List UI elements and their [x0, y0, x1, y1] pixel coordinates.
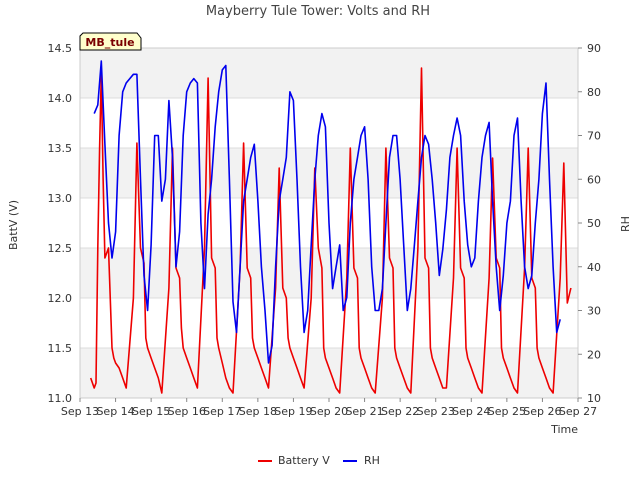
x-tick-label: Sep 13 — [61, 405, 99, 418]
x-tick-label: Sep 19 — [274, 405, 312, 418]
right-tick-label: 20 — [587, 348, 601, 361]
right-tick-label: 60 — [587, 173, 601, 186]
badge: MB_tule — [79, 32, 142, 51]
x-tick-label: Sep 27 — [559, 405, 597, 418]
plot-area — [79, 47, 579, 399]
x-axis-title: Time — [550, 423, 578, 436]
x-tick-label: Sep 22 — [381, 405, 419, 418]
x-tick-label: Sep 25 — [488, 405, 526, 418]
left-tick-label: 12.0 — [48, 292, 73, 305]
grid-band — [80, 48, 578, 98]
left-tick-label: 13.5 — [48, 142, 73, 155]
chart: Mayberry Tule Tower: Volts and RH MB_tul… — [0, 0, 640, 480]
right-tick-label: 50 — [587, 217, 601, 230]
left-tick-label: 11.5 — [48, 342, 73, 355]
left-tick-label: 14.0 — [48, 92, 73, 105]
left-tick-label: 12.5 — [48, 242, 73, 255]
x-tick-label: Sep 18 — [239, 405, 277, 418]
left-axis-title: BattV (V) — [7, 200, 20, 250]
right-tick-label: 90 — [587, 42, 601, 55]
x-tick-label: Sep 21 — [345, 405, 383, 418]
right-tick-label: 40 — [587, 261, 601, 274]
right-tick-label: 80 — [587, 86, 601, 99]
right-axis-title: RH — [619, 216, 632, 232]
left-tick-label: 14.5 — [48, 42, 73, 55]
right-tick-label: 30 — [587, 305, 601, 318]
x-tick-label: Sep 20 — [310, 405, 348, 418]
x-tick-label: Sep 24 — [452, 405, 490, 418]
chart-title: Mayberry Tule Tower: Volts and RH — [206, 4, 430, 19]
x-tick-label: Sep 15 — [132, 405, 170, 418]
badge-label: MB_tule — [85, 36, 134, 49]
right-tick-label: 70 — [587, 130, 601, 143]
x-tick-label: Sep 26 — [523, 405, 561, 418]
left-tick-label: 13.0 — [48, 192, 73, 205]
right-tick-label: 10 — [587, 392, 601, 405]
x-tick-label: Sep 16 — [168, 405, 206, 418]
x-tick-label: Sep 17 — [203, 405, 241, 418]
legend-label-battery: Battery V — [278, 454, 330, 467]
x-tick-label: Sep 23 — [417, 405, 455, 418]
legend-label-rh: RH — [364, 454, 380, 467]
left-tick-label: 11.0 — [48, 392, 73, 405]
x-tick-label: Sep 14 — [96, 405, 134, 418]
